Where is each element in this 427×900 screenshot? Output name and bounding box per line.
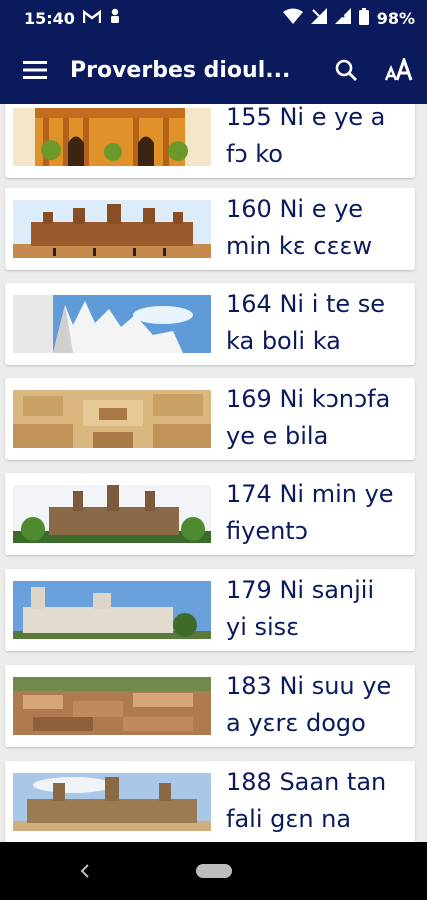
- proverb-title: 179 Ni sanjii yi sisɛ: [226, 572, 411, 646]
- proverb-line-1: 160 Ni e ye: [226, 195, 364, 223]
- list-item[interactable]: 179 Ni sanjii yi sisɛ: [5, 569, 415, 651]
- proverb-line-2: fali gɛn na: [226, 805, 352, 833]
- thumbnail-image: [13, 200, 211, 258]
- list-item[interactable]: 155 Ni e ye a fɔ ko: [5, 104, 415, 178]
- proverb-title: 155 Ni e ye a fɔ ko: [226, 104, 411, 173]
- proverb-line-2: yi sisɛ: [226, 613, 300, 641]
- notification-icon: [109, 8, 121, 28]
- proverb-title: 188 Saan tan fali gɛn na: [226, 764, 411, 838]
- text-size-button[interactable]: [373, 36, 427, 104]
- battery-level: 98%: [376, 8, 415, 28]
- proverb-line-2: fɔ ko: [226, 140, 283, 168]
- proverb-line-2: fiyentɔ: [226, 517, 308, 545]
- proverb-title: 160 Ni e ye min kɛ cɛɛw: [226, 191, 411, 265]
- system-nav-bar: [0, 842, 427, 900]
- list-item[interactable]: 169 Ni kɔnɔfa ye e bila: [5, 378, 415, 460]
- proverb-line-2: min kɛ cɛɛw: [226, 232, 373, 260]
- proverb-line-2: ye e bila: [226, 422, 329, 450]
- proverb-title: 174 Ni min ye fiyentɔ: [226, 476, 411, 550]
- gmail-icon: [82, 9, 102, 28]
- text-size-icon: [385, 58, 413, 81]
- menu-button[interactable]: [0, 36, 70, 104]
- proverb-line-1: 164 Ni i te se: [226, 290, 386, 318]
- proverb-line-1: 188 Saan tan: [226, 768, 387, 796]
- proverb-line-2: ka boli ka: [226, 327, 341, 355]
- app-bar: Proverbes dioul...: [0, 36, 427, 104]
- list-item[interactable]: 183 Ni suu ye a yɛrɛ dogo: [5, 665, 415, 747]
- status-bar: 15:40 98%: [0, 0, 427, 36]
- app-title: Proverbes dioul...: [70, 57, 291, 83]
- search-icon: [335, 59, 357, 81]
- thumbnail-image: [13, 390, 211, 448]
- proverb-line-1: 174 Ni min ye: [226, 480, 394, 508]
- wifi-icon: [282, 8, 303, 28]
- thumbnail-image: [13, 581, 211, 639]
- proverb-line-1: 179 Ni sanjii: [226, 576, 375, 604]
- thumbnail-image: [13, 108, 211, 166]
- thumbnail-image: [13, 295, 211, 353]
- home-button[interactable]: [195, 864, 232, 878]
- proverb-title: 164 Ni i te se ka boli ka: [226, 286, 411, 360]
- proverb-title: 169 Ni kɔnɔfa ye e bila: [226, 381, 411, 455]
- status-time: 15:40: [24, 8, 75, 28]
- proverb-line-1: 155 Ni e ye a: [226, 104, 386, 131]
- signal-icon: [310, 8, 327, 28]
- back-button[interactable]: [75, 856, 95, 886]
- thumbnail-image: [13, 773, 211, 831]
- proverb-line-1: 183 Ni suu ye: [226, 672, 392, 700]
- thumbnail-image: [13, 485, 211, 543]
- list-item[interactable]: 160 Ni e ye min kɛ cɛɛw: [5, 188, 415, 270]
- back-icon: [80, 864, 89, 878]
- battery-icon: [358, 7, 369, 29]
- list-item[interactable]: 164 Ni i te se ka boli ka: [5, 283, 415, 365]
- search-button[interactable]: [319, 36, 373, 104]
- list-item[interactable]: 188 Saan tan fali gɛn na: [5, 761, 415, 842]
- proverb-title: 183 Ni suu ye a yɛrɛ dogo: [226, 668, 411, 742]
- thumbnail-image: [13, 677, 211, 735]
- proverb-list[interactable]: 155 Ni e ye a fɔ ko 160 Ni e ye min kɛ c…: [0, 104, 427, 842]
- signal-icon-2: [334, 8, 351, 28]
- list-item[interactable]: 174 Ni min ye fiyentɔ: [5, 473, 415, 555]
- menu-icon: [23, 61, 47, 79]
- proverb-line-2: a yɛrɛ dogo: [226, 709, 366, 737]
- proverb-line-1: 169 Ni kɔnɔfa: [226, 385, 391, 413]
